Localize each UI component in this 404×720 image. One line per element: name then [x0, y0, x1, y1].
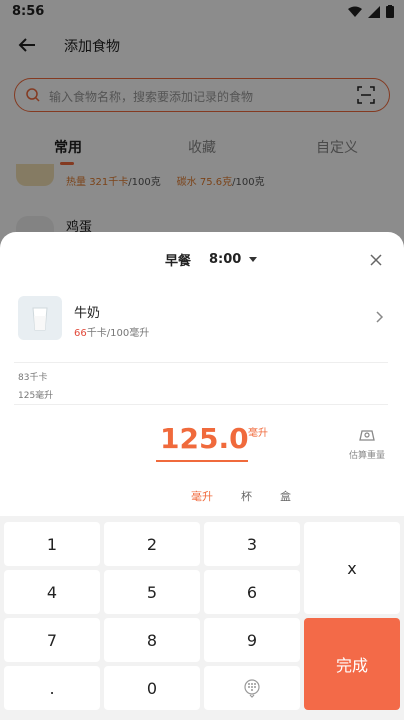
- milk-image: [18, 296, 62, 340]
- estimate-label: 估算重量: [348, 451, 385, 461]
- selected-food[interactable]: 牛奶 66千卡/100毫升: [18, 296, 388, 346]
- divider: [14, 404, 388, 405]
- done-button[interactable]: 完成: [304, 618, 400, 710]
- keyboard-icon: [244, 679, 260, 698]
- keyboard-toggle-key[interactable]: [204, 666, 300, 710]
- food-calories: 66千卡/100毫升: [74, 328, 150, 339]
- unit-selector: 毫升 杯 盒: [0, 488, 404, 508]
- key-9[interactable]: 9: [204, 618, 300, 662]
- meal-name: 早餐: [165, 254, 192, 269]
- unit-cup[interactable]: 杯: [241, 488, 252, 504]
- unit-box[interactable]: 盒: [280, 488, 291, 504]
- delete-key[interactable]: x: [304, 522, 400, 614]
- add-food-sheet: 早餐 8:00 牛奶 66千卡/100毫升 83千卡 125毫升 125.0 毫…: [0, 232, 404, 720]
- key-3[interactable]: 3: [204, 522, 300, 566]
- summary-calories: 83千卡: [18, 373, 48, 383]
- chevron-right-icon: [376, 311, 384, 323]
- key-1[interactable]: 1: [4, 522, 100, 566]
- amount-input[interactable]: 125.0: [160, 422, 249, 455]
- key-2[interactable]: 2: [104, 522, 200, 566]
- key-6[interactable]: 6: [204, 570, 300, 614]
- amount-underline: [156, 460, 248, 462]
- caret-down-icon: [249, 257, 258, 262]
- scale-icon: [359, 430, 375, 441]
- key-8[interactable]: 8: [104, 618, 200, 662]
- delete-label: x: [347, 558, 357, 578]
- key-7[interactable]: 7: [4, 618, 100, 662]
- close-icon[interactable]: [366, 250, 386, 270]
- food-name: 牛奶: [74, 306, 101, 321]
- amount-unit: 毫升: [248, 428, 268, 439]
- key-5[interactable]: 5: [104, 570, 200, 614]
- key-dot[interactable]: .: [4, 666, 100, 710]
- key-0[interactable]: 0: [104, 666, 200, 710]
- key-4[interactable]: 4: [4, 570, 100, 614]
- numeric-keypad: 1 2 3 x 4 5 6 7 8 9 完成 . 0: [0, 516, 404, 720]
- meal-selector[interactable]: 早餐 8:00: [165, 250, 258, 269]
- divider: [14, 362, 388, 363]
- unit-ml[interactable]: 毫升: [191, 488, 213, 504]
- meal-time: 8:00: [209, 252, 242, 267]
- summary-amount: 125毫升: [18, 391, 54, 401]
- estimate-weight-button[interactable]: 估算重量: [342, 426, 392, 461]
